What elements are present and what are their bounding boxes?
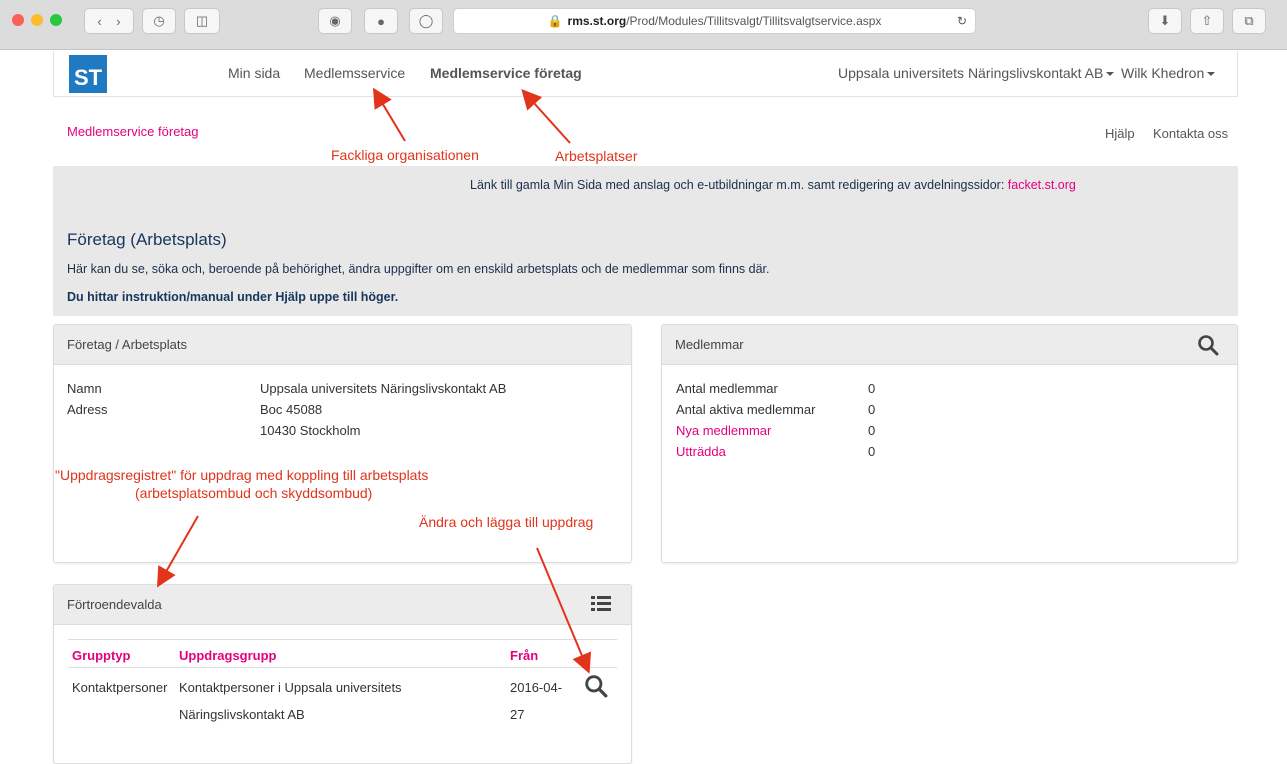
ghost-icon: ◉ (329, 13, 341, 28)
chevron-right-icon[interactable]: › (116, 14, 120, 29)
chevron-left-icon[interactable]: ‹ (97, 14, 101, 29)
downloads-button[interactable]: ⬇ (1148, 8, 1182, 34)
arrow-fackliga (372, 87, 406, 142)
annotation-andra-uppdrag: Ändra och lägga till uppdrag (419, 514, 594, 530)
privacy-extension-button[interactable]: ◯ (409, 8, 443, 34)
annotation-uppdragsregistret: "Uppdragsregistret" för uppdrag med kopp… (55, 467, 429, 483)
share-icon: ⇧ (1201, 13, 1213, 28)
arrow-uppdragsregistret (157, 515, 199, 588)
url-host: rms.st.org (567, 14, 627, 28)
lock-icon: 🔒 (547, 14, 563, 28)
share-button[interactable]: ⇧ (1190, 8, 1224, 34)
sidebar-button[interactable]: ◫ (184, 8, 220, 34)
extension-icon: ● (377, 13, 385, 29)
reload-icon[interactable]: ↻ (957, 14, 967, 28)
minimize-window-button[interactable] (31, 14, 43, 26)
history-button[interactable]: ◷ (142, 8, 176, 34)
annotation-uppdragsregistret-sub: (arbetsplatsombud och skyddsombud) (135, 485, 373, 501)
annotation-arbetsplatser: Arbetsplatser (555, 148, 638, 164)
back-forward-buttons[interactable]: ‹ › (84, 8, 134, 34)
close-window-button[interactable] (12, 14, 24, 26)
zoom-window-button[interactable] (50, 14, 62, 26)
address-bar[interactable]: 🔒 rms.st.org /Prod/Modules/Tillitsvalgt/… (453, 8, 976, 34)
annotation-arrows (157, 87, 592, 674)
ghostery-extension-button[interactable]: ◉ (318, 8, 352, 34)
browser-toolbar: ‹ › ◷ ◫ ◉ ● ◯ 🔒 rms.st.org /Prod/Modules… (0, 0, 1287, 50)
arrow-arbetsplatser (521, 89, 571, 144)
url-path: /Prod/Modules/Tillitsvalgt/Tillitsvalgts… (626, 14, 882, 28)
arrow-andra-uppdrag (536, 547, 592, 674)
web-page: ST Min sida Medlemsservice Medlemservice… (0, 51, 1287, 764)
extension-button[interactable]: ● (364, 8, 398, 34)
annotation-fackliga: Fackliga organisationen (331, 147, 479, 163)
tabs-icon: ⧉ (1244, 13, 1254, 28)
shield-icon: ◯ (418, 13, 434, 28)
clock-icon: ◷ (153, 13, 165, 28)
download-icon: ⬇ (1159, 13, 1171, 28)
sidebar-icon: ◫ (195, 13, 209, 28)
tabs-button[interactable]: ⧉ (1232, 8, 1266, 34)
